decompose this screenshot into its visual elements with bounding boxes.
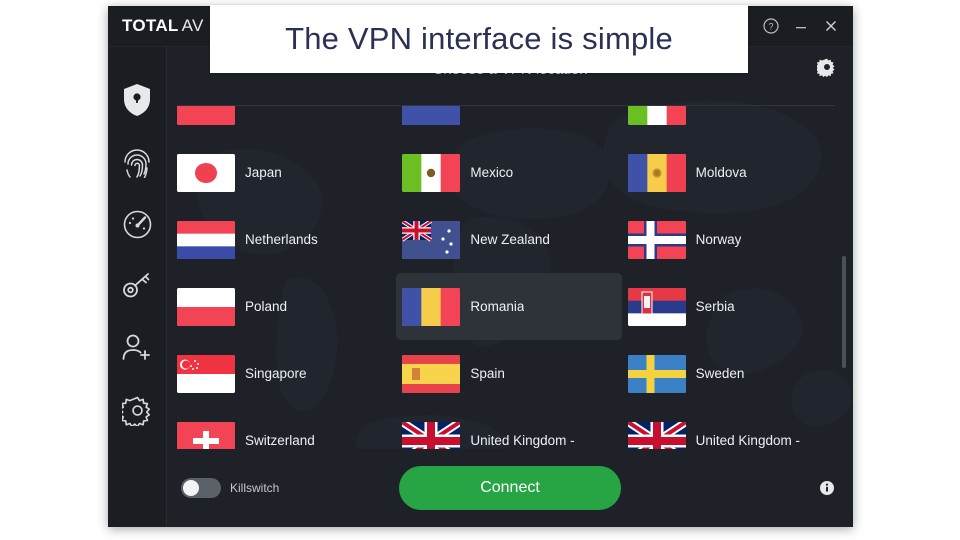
location-item-partial[interactable] — [622, 106, 847, 139]
connect-button[interactable]: Connect — [399, 466, 621, 510]
flag-icon — [627, 153, 686, 192]
location-name: Netherlands — [245, 232, 318, 247]
flag-icon — [177, 220, 235, 259]
location-name: Spain — [470, 366, 505, 381]
flag-icon — [402, 421, 461, 449]
window-body: Choose a VPN location JapanMexicoMoldova… — [108, 47, 853, 527]
vpn-location-grid: Japan Mexico Moldova Netherlands New Zealan… — [167, 106, 853, 449]
location-name: Serbia — [695, 299, 735, 314]
flag-icon — [177, 421, 235, 449]
location-item[interactable]: Poland — [171, 273, 396, 340]
flag-icon — [177, 106, 235, 125]
location-name: New Zealand — [470, 232, 550, 247]
location-item[interactable]: Japan — [171, 139, 396, 206]
app-logo: TOTAL AV — [122, 16, 204, 36]
location-item[interactable]: Netherlands — [171, 206, 396, 273]
flag-icon — [627, 220, 686, 259]
location-name: United Kingdom - — [695, 433, 800, 448]
scrollbar-thumb[interactable] — [842, 256, 846, 368]
sidebar-item-performance[interactable] — [108, 193, 166, 255]
location-item[interactable]: Mexico — [396, 139, 621, 206]
minimize-icon[interactable] — [793, 18, 809, 34]
sidebar-item-settings[interactable] — [108, 379, 166, 441]
flag-icon — [627, 421, 686, 449]
location-item[interactable]: United Kingdom - — [396, 407, 621, 449]
flag-icon — [402, 287, 461, 326]
location-item[interactable]: Romania — [396, 273, 622, 340]
speedometer-icon — [122, 209, 153, 240]
user-add-icon — [121, 332, 153, 364]
killswitch-toggle[interactable] — [181, 478, 221, 498]
logo-total: TOTAL — [122, 16, 179, 35]
svg-text:?: ? — [768, 22, 773, 32]
location-name: United Kingdom - — [470, 433, 575, 448]
location-name: Mexico — [470, 165, 514, 180]
sidebar-item-protection[interactable] — [108, 69, 166, 131]
location-name: Romania — [470, 299, 525, 314]
info-icon[interactable] — [819, 480, 835, 496]
flag-icon — [402, 220, 461, 259]
location-item[interactable]: Switzerland — [171, 407, 396, 449]
location-name: Singapore — [245, 366, 307, 381]
killswitch-control[interactable]: Killswitch — [181, 478, 279, 498]
flag-icon — [177, 287, 235, 326]
flag-icon — [627, 106, 686, 125]
gear-icon — [121, 395, 153, 426]
location-item[interactable]: Moldova — [622, 139, 847, 206]
location-name: Sweden — [695, 366, 745, 381]
caption-text: The VPN interface is simple — [285, 21, 673, 56]
bottom-bar: Killswitch Connect — [167, 449, 853, 527]
location-item-partial[interactable] — [171, 106, 396, 139]
location-item[interactable]: Norway — [622, 206, 847, 273]
key-icon — [121, 271, 153, 301]
shield-lock-icon — [122, 83, 152, 117]
location-item-partial[interactable] — [396, 106, 621, 139]
location-name: Moldova — [695, 165, 747, 180]
flag-icon — [402, 153, 461, 192]
vpn-content: Choose a VPN location JapanMexicoMoldova… — [167, 47, 853, 527]
location-name: Switzerland — [245, 433, 315, 448]
location-item[interactable]: Sweden — [622, 340, 847, 407]
window-controls: ? — [763, 6, 839, 46]
flag-icon — [402, 354, 461, 393]
flag-icon — [627, 287, 686, 326]
location-item[interactable]: Serbia — [622, 273, 847, 340]
location-name: Norway — [695, 232, 742, 247]
totalav-vpn-window: TOTAL AV ? Japan Mexico Moldova Netherla… — [108, 6, 853, 527]
location-name: Japan — [245, 165, 282, 180]
fingerprint-icon — [122, 146, 152, 178]
location-item[interactable]: New Zealand — [396, 206, 621, 273]
location-item[interactable]: United Kingdom - — [622, 407, 847, 449]
location-item[interactable]: Spain — [396, 340, 621, 407]
flag-icon — [177, 153, 235, 192]
sidebar-item-identity[interactable] — [108, 131, 166, 193]
flag-icon — [627, 354, 686, 393]
sidebar — [108, 47, 167, 527]
settings-gear-icon[interactable] — [815, 57, 837, 82]
flag-icon — [402, 106, 461, 125]
caption-overlay: The VPN interface is simple — [210, 5, 748, 73]
close-icon[interactable] — [823, 18, 839, 34]
help-icon[interactable]: ? — [763, 18, 779, 34]
sidebar-item-password-vault[interactable] — [108, 255, 166, 317]
killswitch-label: Killswitch — [230, 481, 280, 495]
toggle-knob — [183, 480, 199, 496]
vertical-scrollbar[interactable] — [841, 106, 847, 449]
vpn-location-list: Japan Mexico Moldova Netherlands New Zealan… — [167, 106, 853, 449]
location-name: Poland — [245, 299, 288, 314]
logo-av: AV — [181, 16, 204, 35]
location-item[interactable]: Singapore — [171, 340, 396, 407]
flag-icon — [177, 354, 235, 393]
sidebar-item-account[interactable] — [108, 317, 166, 379]
